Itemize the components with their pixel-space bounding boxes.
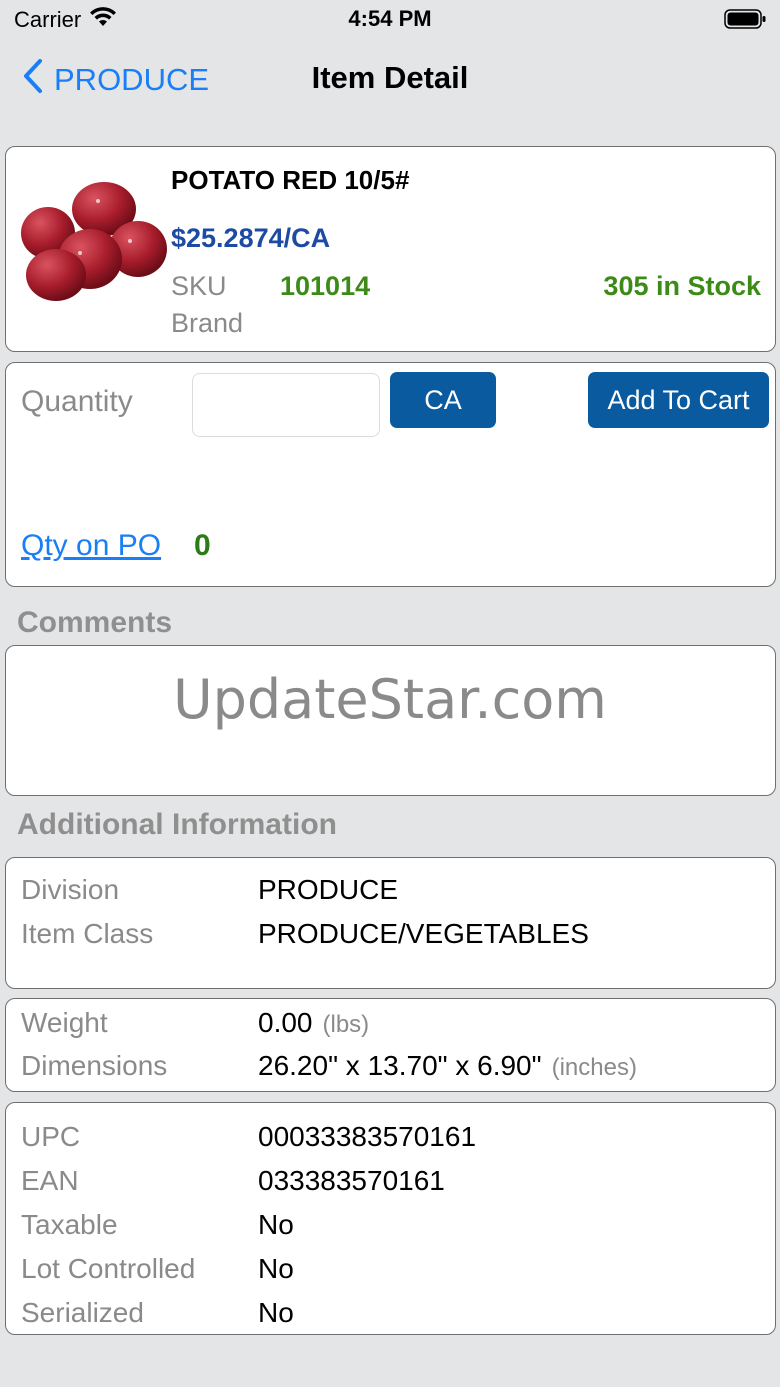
sku-value: 101014: [280, 271, 371, 301]
division-label: Division: [21, 874, 120, 905]
lot-controlled-value: No: [258, 1253, 294, 1284]
item-class-label: Item Class: [21, 918, 154, 949]
order-card: Quantity CA Add To Cart Qty on PO 0: [5, 362, 776, 587]
taxable-label: Taxable: [21, 1209, 118, 1240]
serialized-value: No: [258, 1297, 294, 1328]
quantity-input[interactable]: [192, 373, 380, 437]
battery-icon: [724, 9, 766, 29]
weight-value: 0.00: [258, 1007, 313, 1038]
status-time: 4:54 PM: [348, 6, 432, 31]
qty-on-po-value: 0: [194, 529, 211, 562]
item-summary-card: POTATO RED 10/5# $25.2874/CA SKU 101014 …: [5, 146, 776, 352]
upc-label: UPC: [21, 1121, 81, 1152]
stock-count: 305 in Stock: [603, 271, 761, 301]
measurements-card: Weight 0.00 (lbs) Dimensions 26.20" x 13.…: [5, 998, 776, 1092]
dimensions-value: 26.20" x 13.70" x 6.90": [258, 1050, 542, 1081]
taxable-value: No: [258, 1209, 294, 1240]
codes-card: UPC 00033383570161 EAN 033383570161 Taxa…: [5, 1102, 776, 1335]
product-image: [18, 171, 170, 311]
classification-card: Division PRODUCE Item Class PRODUCE/VEGE…: [5, 857, 776, 989]
dimensions-label: Dimensions: [21, 1050, 168, 1081]
qty-on-po-link[interactable]: Qty on PO: [21, 529, 161, 563]
unit-button[interactable]: CA: [390, 372, 496, 428]
additional-info-heading: Additional Information: [17, 808, 337, 841]
item-price: $25.2874/CA: [171, 223, 331, 253]
watermark-text: UpdateStar.com: [173, 668, 607, 731]
weight-row: 0.00 (lbs): [258, 1007, 369, 1039]
sku-label: SKU: [171, 271, 227, 301]
dimensions-row: 26.20" x 13.70" x 6.90" (inches): [258, 1050, 637, 1082]
add-to-cart-button[interactable]: Add To Cart: [588, 372, 769, 428]
division-value: PRODUCE: [258, 874, 399, 905]
item-name: POTATO RED 10/5#: [171, 165, 410, 195]
lot-controlled-label: Lot Controlled: [21, 1253, 196, 1284]
upc-value: 00033383570161: [258, 1121, 477, 1152]
item-class-value: PRODUCE/VEGETABLES: [258, 918, 589, 949]
comments-heading: Comments: [17, 606, 173, 639]
brand-label: Brand: [171, 308, 244, 338]
dimensions-unit: (inches): [551, 1054, 637, 1081]
comments-box[interactable]: UpdateStar.com: [5, 645, 776, 796]
serialized-label: Serialized: [21, 1297, 144, 1328]
quantity-label: Quantity: [21, 385, 133, 418]
weight-label: Weight: [21, 1007, 108, 1038]
page-title: Item Detail: [311, 60, 469, 95]
ean-label: EAN: [21, 1165, 79, 1196]
weight-unit: (lbs): [322, 1011, 370, 1038]
ean-value: 033383570161: [258, 1165, 445, 1196]
